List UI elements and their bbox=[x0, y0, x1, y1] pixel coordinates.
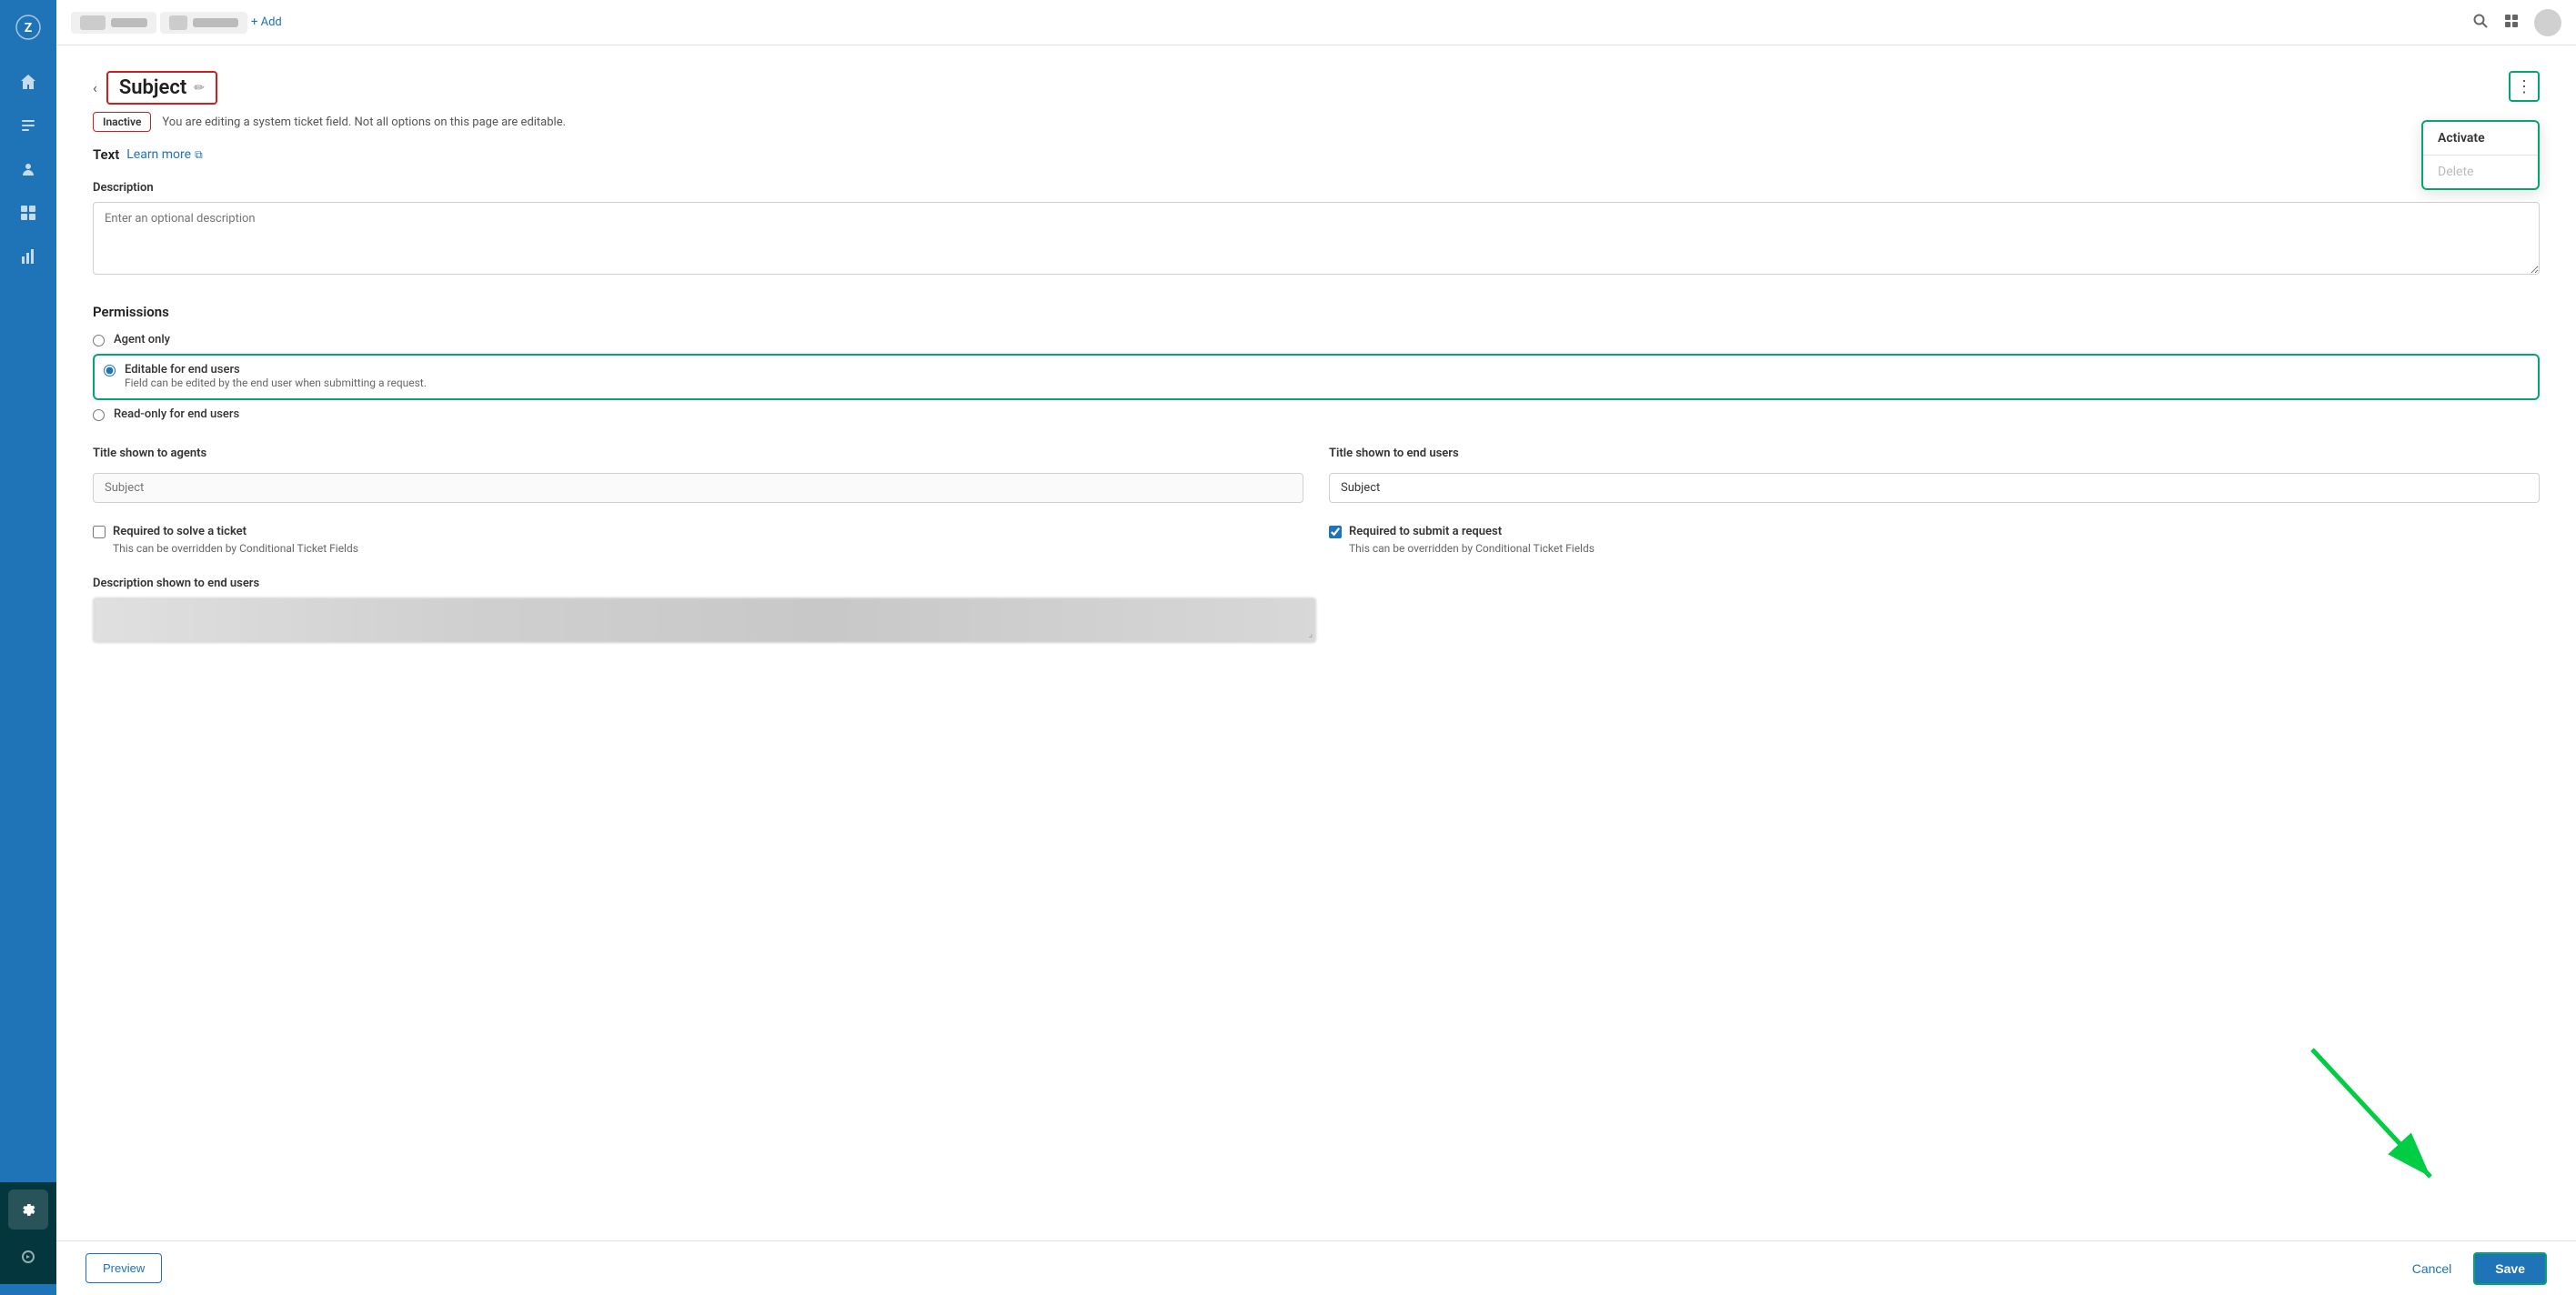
tab-1[interactable] bbox=[71, 12, 156, 34]
add-tab-label: + Add bbox=[251, 15, 282, 29]
description-section: Description bbox=[93, 181, 2540, 278]
desc-end-users-blurred: ⌟ bbox=[93, 597, 1316, 643]
title-agents-group: Title shown to agents bbox=[93, 447, 1303, 503]
readonly-end-users-option[interactable]: Read-only for end users bbox=[93, 407, 2540, 421]
desc-end-users-label: Description shown to end users bbox=[93, 577, 2540, 590]
permissions-section: Permissions Agent only Editable for end … bbox=[93, 304, 2540, 421]
required-solve-item[interactable]: Required to solve a ticket bbox=[93, 525, 1303, 538]
required-submit-checkbox[interactable] bbox=[1329, 526, 1342, 538]
agent-only-radio[interactable] bbox=[93, 335, 105, 346]
title-end-users-group: Title shown to end users bbox=[1329, 447, 2540, 503]
required-submit-desc: This can be overridden by Conditional Ti… bbox=[1329, 542, 2540, 555]
zendesk-logo-icon bbox=[8, 1237, 48, 1277]
bottom-bar: Preview Cancel Save bbox=[56, 1240, 2576, 1295]
cancel-button[interactable]: Cancel bbox=[2405, 1254, 2460, 1283]
required-solve-checkbox[interactable] bbox=[93, 526, 106, 538]
title-end-users-label: Title shown to end users bbox=[1329, 447, 2540, 460]
readonly-end-users-label: Read-only for end users bbox=[114, 407, 239, 421]
required-solve-group: Required to solve a ticket This can be o… bbox=[93, 525, 1303, 555]
required-solve-label: Required to solve a ticket bbox=[113, 525, 247, 538]
agent-only-label: Agent only bbox=[114, 333, 170, 346]
sidebar: Z bbox=[0, 0, 56, 1295]
more-options-button[interactable]: ⋮ bbox=[2509, 71, 2540, 102]
required-solve-desc: This can be overridden by Conditional Ti… bbox=[93, 542, 1303, 555]
status-row: Inactive You are editing a system ticket… bbox=[93, 112, 2540, 132]
required-submit-group: Required to submit a request This can be… bbox=[1329, 525, 2540, 555]
readonly-end-users-radio[interactable] bbox=[93, 409, 105, 421]
bottom-actions: Cancel Save bbox=[2405, 1252, 2547, 1285]
three-dot-icon: ⋮ bbox=[2516, 77, 2532, 96]
desc-end-users-section: Description shown to end users ⌟ bbox=[93, 577, 2540, 643]
preview-button[interactable]: Preview bbox=[86, 1253, 162, 1283]
back-button[interactable]: ‹ bbox=[93, 79, 97, 96]
page-header: ‹ Subject ✏ ⋮ Activate Delete bbox=[93, 71, 2540, 105]
page-title-container: Subject ✏ bbox=[106, 71, 217, 105]
delete-menu-item: Delete bbox=[2423, 156, 2538, 188]
description-label: Description bbox=[93, 181, 2540, 195]
topbar-actions bbox=[2472, 9, 2561, 36]
permissions-radio-group: Agent only Editable for end users Field … bbox=[93, 333, 2540, 421]
tickets-nav-icon[interactable] bbox=[8, 105, 48, 146]
system-field-note: You are editing a system ticket field. N… bbox=[162, 115, 566, 129]
add-tab-button[interactable]: + Add bbox=[251, 15, 282, 29]
apps-icon[interactable] bbox=[2503, 13, 2520, 33]
title-agents-input[interactable] bbox=[93, 473, 1303, 503]
agent-only-option[interactable]: Agent only bbox=[93, 333, 2540, 346]
dropdown-menu: Activate Delete bbox=[2421, 120, 2540, 190]
editable-end-users-label: Editable for end users bbox=[125, 363, 427, 376]
activate-menu-item[interactable]: Activate bbox=[2423, 122, 2538, 156]
external-link-icon: ⧉ bbox=[195, 148, 203, 162]
description-input[interactable] bbox=[93, 202, 2540, 275]
titles-section: Title shown to agents Title shown to end… bbox=[93, 447, 2540, 503]
main-wrapper: + Add bbox=[56, 0, 2576, 1295]
tab-list: + Add bbox=[71, 12, 2461, 34]
top-bar: + Add bbox=[56, 0, 2576, 45]
search-icon[interactable] bbox=[2472, 13, 2489, 33]
field-type-label: Text bbox=[93, 146, 119, 163]
page-title-group: ‹ Subject ✏ bbox=[93, 71, 217, 105]
field-type-row: Text Learn more ⧉ bbox=[93, 146, 2540, 163]
logo: Z bbox=[12, 11, 45, 44]
home-nav-icon[interactable] bbox=[8, 62, 48, 102]
reports-nav-icon[interactable] bbox=[8, 193, 48, 233]
settings-nav-icon[interactable] bbox=[8, 1190, 48, 1230]
permissions-title: Permissions bbox=[93, 304, 2540, 320]
tab-2[interactable] bbox=[160, 12, 247, 34]
inactive-badge: Inactive bbox=[93, 112, 151, 132]
title-agents-label: Title shown to agents bbox=[93, 447, 1303, 460]
required-section: Required to solve a ticket This can be o… bbox=[93, 525, 2540, 555]
editable-end-users-desc: Field can be edited by the end user when… bbox=[125, 376, 427, 389]
more-options-container: ⋮ Activate Delete bbox=[2509, 71, 2540, 102]
learn-more-link[interactable]: Learn more ⧉ bbox=[126, 147, 202, 162]
required-submit-item[interactable]: Required to submit a request bbox=[1329, 525, 2540, 538]
page-title: Subject bbox=[119, 76, 186, 99]
save-button[interactable]: Save bbox=[2473, 1252, 2547, 1285]
edit-title-icon[interactable]: ✏ bbox=[194, 81, 205, 95]
title-end-users-input[interactable] bbox=[1329, 473, 2540, 503]
analytics-nav-icon[interactable] bbox=[8, 236, 48, 276]
svg-text:Z: Z bbox=[25, 21, 33, 35]
required-submit-label: Required to submit a request bbox=[1349, 525, 1502, 538]
editable-end-users-option[interactable]: Editable for end users Field can be edit… bbox=[93, 354, 2540, 400]
content-area: ‹ Subject ✏ ⋮ Activate Delete Inactive bbox=[56, 45, 2576, 1240]
editable-end-users-radio[interactable] bbox=[104, 365, 116, 376]
learn-more-text: Learn more bbox=[126, 147, 191, 162]
contacts-nav-icon[interactable] bbox=[8, 149, 48, 189]
user-avatar[interactable] bbox=[2534, 9, 2561, 36]
